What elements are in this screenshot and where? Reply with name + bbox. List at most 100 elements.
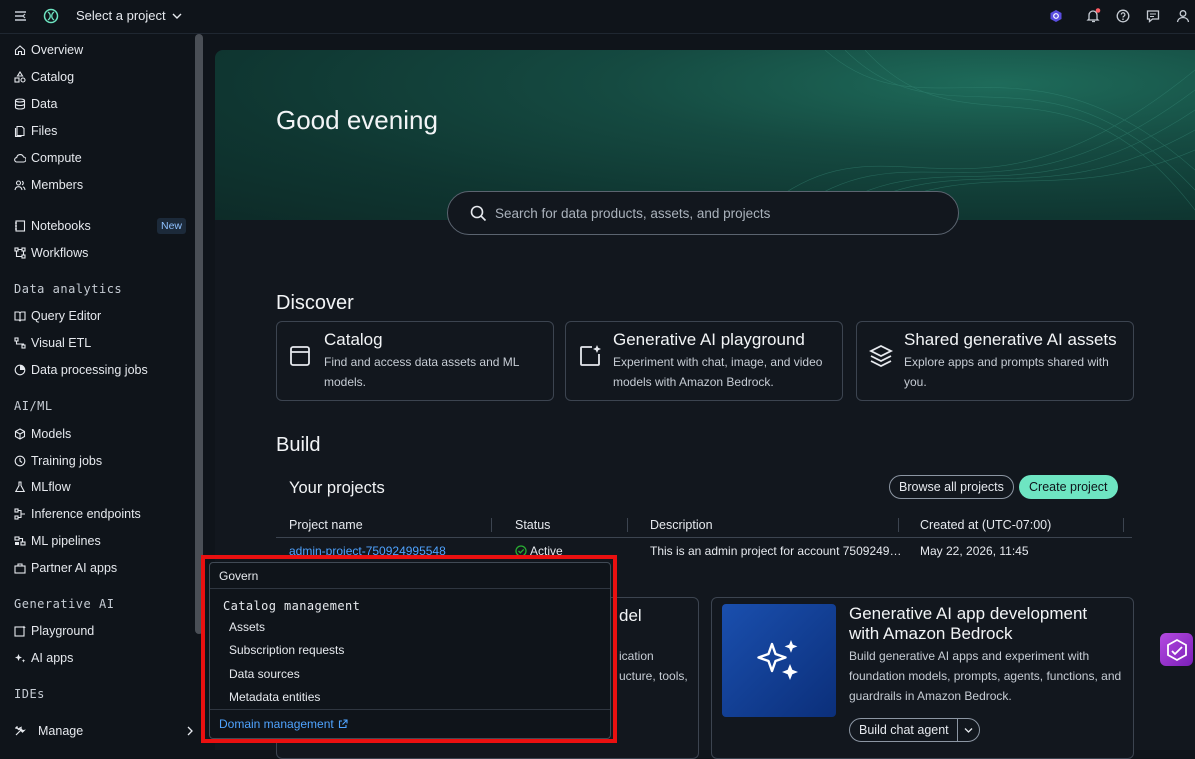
sidebar-item-data[interactable]: Data	[14, 95, 57, 113]
external-link-icon	[338, 719, 348, 729]
sidebar-item-mlflow[interactable]: MLflow	[14, 478, 71, 496]
sidebar-item-data-processing-jobs[interactable]: Data processing jobs	[14, 361, 148, 379]
created-at-cell: May 22, 2026, 11:45	[920, 544, 1029, 558]
column-header-created-at[interactable]: Created at (UTC-07:00)	[920, 518, 1051, 532]
flyout-heading: Govern	[219, 569, 259, 583]
catalog-card[interactable]: Catalog Find and access data assets and …	[276, 321, 554, 401]
flask-icon	[14, 481, 26, 493]
new-badge: New	[157, 218, 187, 234]
search-icon	[470, 205, 487, 221]
flyout-item-subscription-requests[interactable]: Subscription requests	[229, 643, 344, 657]
search-input[interactable]	[493, 204, 937, 222]
database-icon	[14, 98, 26, 110]
sidebar-heading-aiml: AI/ML	[14, 399, 53, 413]
domain-management-link[interactable]: Domain management	[219, 717, 348, 731]
notebook-icon	[15, 220, 26, 232]
sidebar-item-ai-apps[interactable]: AI apps	[14, 649, 73, 667]
column-header-description[interactable]: Description	[650, 518, 713, 532]
catalog-icon	[290, 346, 310, 366]
build-chat-agent-split-button[interactable]: Build chat agent	[849, 718, 980, 742]
playground-icon	[14, 625, 26, 637]
sidebar-item-playground[interactable]: Playground	[14, 622, 94, 640]
column-divider[interactable]	[491, 518, 492, 532]
project-link[interactable]: admin-project-750924995548	[289, 544, 446, 558]
sidebar-item-models[interactable]: Models	[14, 425, 71, 443]
card-title: Shared generative AI assets	[904, 330, 1117, 349]
shared-genai-assets-card[interactable]: Shared generative AI assets Explore apps…	[856, 321, 1134, 401]
sidebar-item-catalog[interactable]: Catalog	[14, 68, 74, 86]
chevron-down-icon	[964, 727, 973, 733]
card-description: Experiment with chat, image, and video m…	[613, 355, 823, 389]
column-divider[interactable]	[898, 518, 899, 532]
browse-all-projects-button[interactable]: Browse all projects	[889, 475, 1014, 499]
flyout-section-heading: Catalog management	[223, 599, 361, 613]
sidebar-item-workflows[interactable]: Workflows	[14, 244, 88, 262]
sidebar-item-manage[interactable]: Manage	[14, 724, 194, 738]
sparkles-icon	[757, 639, 798, 680]
user-profile-icon[interactable]	[1176, 9, 1190, 23]
create-project-button[interactable]: Create project	[1019, 475, 1118, 499]
global-search[interactable]	[447, 191, 959, 235]
tools-icon	[15, 726, 26, 736]
layers-icon	[869, 344, 893, 368]
card-description: Build generative AI apps and experiment …	[849, 649, 1122, 703]
flyout-item-assets[interactable]: Assets	[229, 620, 265, 634]
column-header-status[interactable]: Status	[515, 518, 550, 532]
your-projects-title: Your projects	[289, 479, 385, 497]
cube-icon	[14, 428, 26, 440]
card-description-line: ication	[619, 649, 654, 663]
sidebar-item-label: Manage	[38, 724, 84, 738]
sidebar-item-label: Models	[31, 427, 72, 441]
amazon-q-icon[interactable]	[1049, 9, 1063, 23]
project-selector[interactable]: Select a project	[76, 8, 182, 23]
chevron-down-icon	[172, 13, 182, 19]
card-title: Generative AI playground	[613, 330, 805, 349]
shapes-icon	[14, 71, 26, 83]
sidebar-item-members[interactable]: Members	[14, 176, 83, 194]
sidebar-item-label: Query Editor	[31, 309, 102, 323]
sidebar-item-label: ML pipelines	[31, 534, 101, 548]
assistant-floating-button[interactable]	[1160, 633, 1193, 666]
sidebar-item-overview[interactable]: Overview	[14, 41, 83, 59]
column-header-project-name[interactable]: Project name	[289, 518, 363, 532]
menu-collapse-icon[interactable]	[14, 10, 27, 22]
sidebar-item-query-editor[interactable]: Query Editor	[14, 307, 101, 325]
app-logo-icon[interactable]	[43, 8, 59, 24]
sidebar-item-ml-pipelines[interactable]: ML pipelines	[14, 532, 101, 550]
book-open-icon	[14, 311, 26, 322]
sidebar-item-partner-ai-apps[interactable]: Partner AI apps	[14, 559, 117, 577]
feedback-icon[interactable]	[1146, 9, 1160, 23]
discover-title: Discover	[276, 292, 354, 314]
flyout-item-metadata-entities[interactable]: Metadata entities	[229, 690, 320, 704]
column-divider[interactable]	[627, 518, 628, 532]
clock-icon	[14, 455, 26, 467]
sidebar-item-label: AI apps	[31, 651, 74, 665]
sidebar-item-inference-endpoints[interactable]: Inference endpoints	[14, 505, 141, 523]
sidebar-heading-ides: IDEs	[14, 687, 45, 701]
help-icon[interactable]	[1116, 9, 1130, 23]
sidebar-item-notebooks[interactable]: Notebooks	[14, 217, 91, 235]
partner-apps-icon	[14, 563, 26, 574]
sidebar-item-label: Data processing jobs	[31, 363, 148, 377]
sidebar-item-visual-etl[interactable]: Visual ETL	[14, 334, 91, 352]
files-icon	[14, 125, 25, 137]
column-divider[interactable]	[1123, 518, 1124, 532]
build-chat-agent-dropdown[interactable]	[956, 719, 979, 741]
genai-playground-card[interactable]: Generative AI playground Experiment with…	[565, 321, 843, 401]
check-circle-icon	[515, 545, 527, 557]
etl-icon	[14, 337, 26, 349]
sparkle-icon	[15, 654, 26, 663]
flyout-item-data-sources[interactable]: Data sources	[229, 667, 300, 681]
govern-flyout-menu: Govern Catalog management Assets Subscri…	[209, 562, 611, 739]
build-card-genai-app[interactable]: Generative AI app development with Amazo…	[711, 597, 1134, 759]
sidebar-scrollbar[interactable]	[195, 34, 203, 634]
sidebar-item-label: Training jobs	[31, 454, 103, 468]
build-chat-agent-button[interactable]: Build chat agent	[850, 723, 957, 737]
notification-bell-icon[interactable]	[1086, 8, 1101, 23]
sidebar-item-files[interactable]: Files	[14, 122, 57, 140]
card-description-line: ucture, tools,	[619, 669, 688, 683]
sidebar-item-label: Inference endpoints	[31, 507, 141, 521]
sidebar-item-label: Playground	[31, 624, 95, 638]
sidebar-item-training-jobs[interactable]: Training jobs	[14, 452, 102, 470]
sidebar-item-compute[interactable]: Compute	[14, 149, 82, 167]
